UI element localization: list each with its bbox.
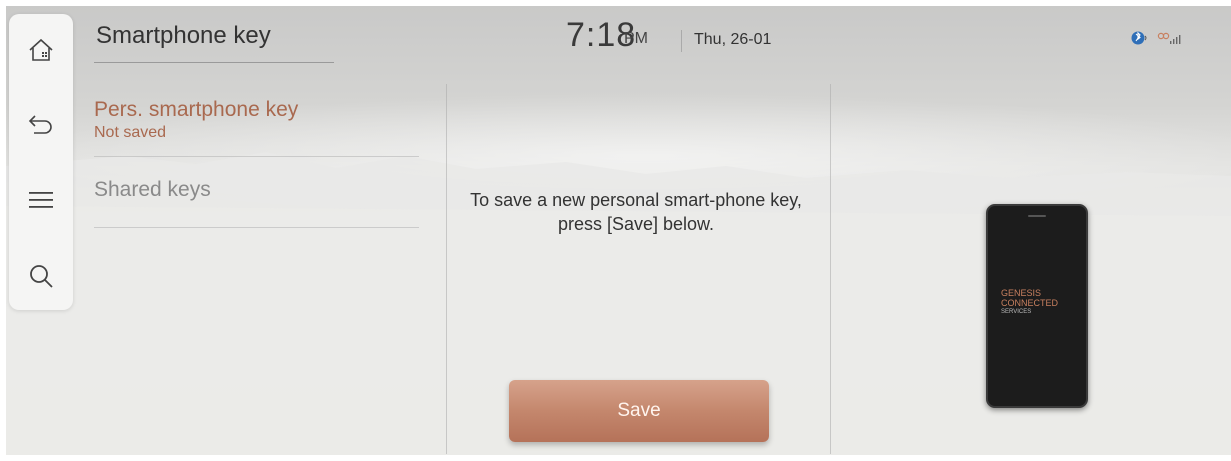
page-title: Smartphone key <box>96 22 271 49</box>
menu-item-pers-smartphone-key[interactable]: Pers. smartphone key Not saved <box>94 98 419 142</box>
menu-item-label: Pers. smartphone key <box>94 98 299 121</box>
clock-ampm: PM <box>624 30 648 47</box>
menu-button[interactable] <box>21 180 61 220</box>
instruction-text: To save a new personal smart-phone key, … <box>470 190 802 234</box>
menu-divider <box>94 227 419 228</box>
header-separator <box>681 30 682 52</box>
phone-speaker <box>1028 215 1046 217</box>
home-button[interactable] <box>21 30 61 70</box>
smartphone-illustration: GENESIS CONNECTED SERVICES <box>986 204 1088 408</box>
title-underline <box>94 62 334 63</box>
status-icons <box>1131 31 1181 45</box>
menu-item-label: Shared keys <box>94 178 211 201</box>
bluetooth-audio-icon <box>1131 31 1147 45</box>
search-button[interactable] <box>21 256 61 296</box>
phone-logo-line2: CONNECTED <box>1001 298 1059 308</box>
side-rail <box>9 14 73 310</box>
menu-divider <box>94 156 419 157</box>
menu-icon <box>29 192 53 208</box>
search-icon <box>30 265 53 288</box>
phone-logo-line3: SERVICES <box>1001 309 1032 315</box>
column-divider-right <box>830 84 831 454</box>
clock-date: Thu, 26-01 <box>694 31 772 48</box>
back-icon <box>28 115 52 134</box>
menu-item-sublabel: Not saved <box>94 124 167 141</box>
save-button[interactable]: Save <box>509 380 769 442</box>
column-divider-left <box>446 84 447 454</box>
phone-logo-text: GENESIS CONNECTED SERVICES <box>1001 288 1058 316</box>
screen: Smartphone key 7:18 PM Thu, 26-01 Pers. … <box>6 6 1231 455</box>
back-button[interactable] <box>21 104 61 144</box>
connected-signal-icon <box>1157 32 1181 44</box>
menu-item-shared-keys[interactable]: Shared keys <box>94 178 419 202</box>
home-icon <box>29 38 53 61</box>
phone-logo-line1: GENESIS <box>1001 288 1042 298</box>
